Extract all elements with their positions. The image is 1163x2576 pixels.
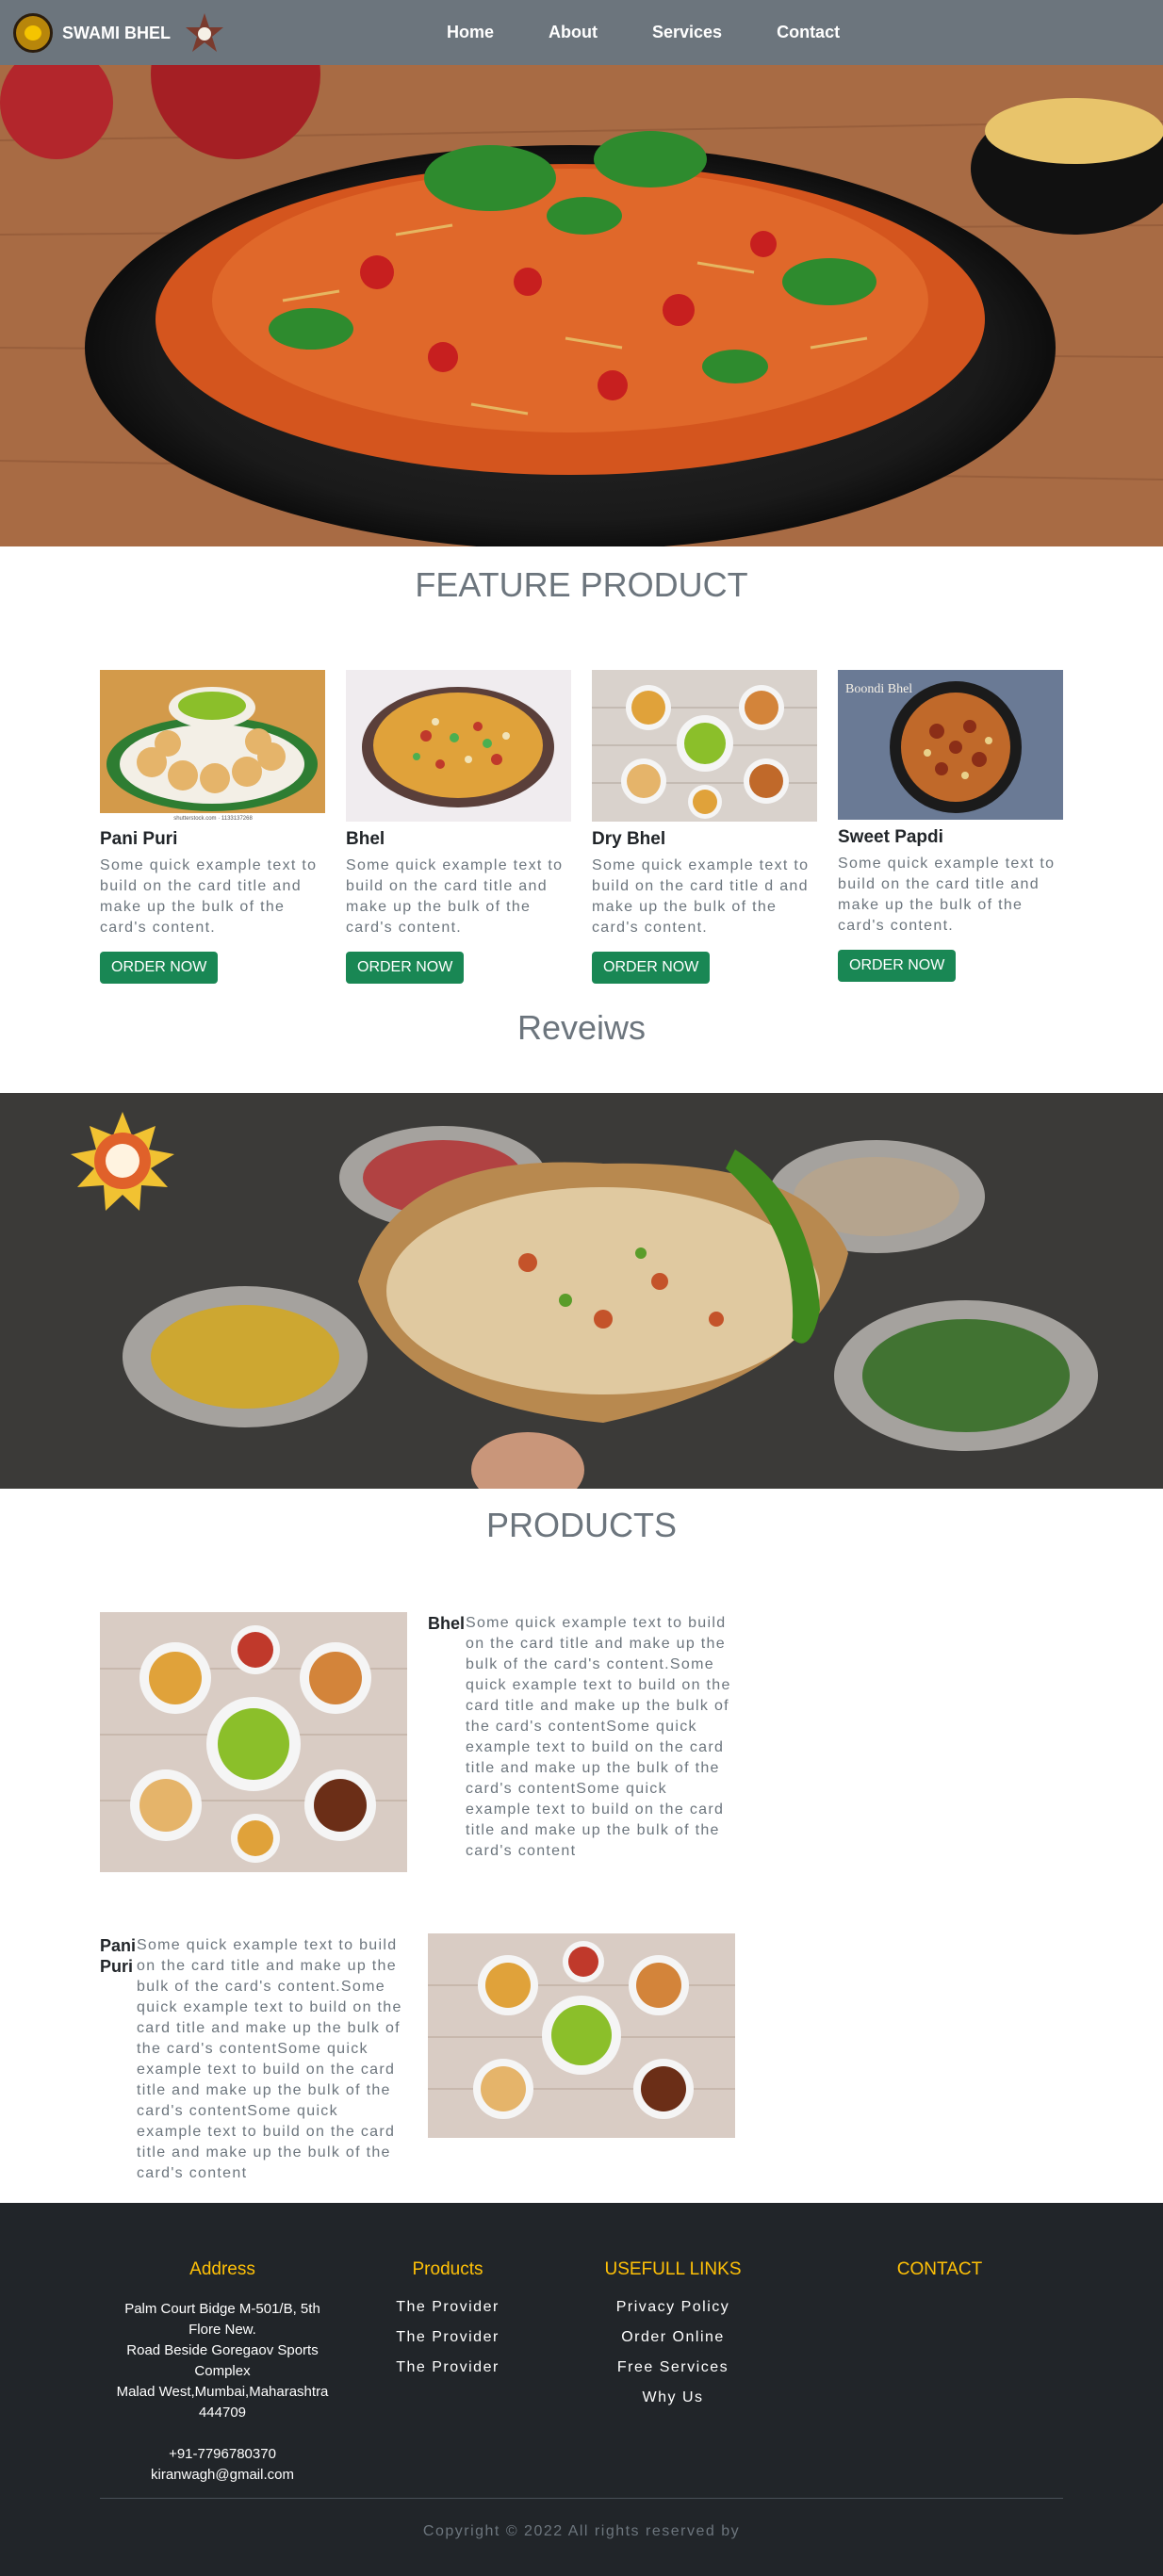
- brand-name: SWAMI BHEL: [62, 23, 171, 42]
- product-card-pani-puri: shutterstock.com · 1133137268 Pani Puri …: [100, 670, 325, 984]
- sweet-papdi-caption: Boondi Bhel: [845, 682, 912, 696]
- footer-link-why-us[interactable]: Why Us: [579, 2389, 767, 2406]
- bhel-product-image: [100, 1612, 407, 1872]
- card-title: Sweet Papdi: [838, 827, 943, 847]
- card-text: Some quick example text to build on the …: [346, 857, 564, 936]
- bhel-image: [346, 670, 571, 822]
- product-text-bhel: Some quick example text to build on the …: [466, 1615, 731, 1859]
- brand-star-icon: [186, 13, 223, 52]
- footer-link-provider[interactable]: The Provider: [363, 2359, 532, 2376]
- order-now-button[interactable]: ORDER NOW: [100, 952, 219, 984]
- nav-link-home[interactable]: Home: [447, 23, 494, 42]
- address-line: Malad West,Mumbai,Maharashtra: [116, 2384, 329, 2400]
- nav-link-about[interactable]: About: [549, 23, 598, 42]
- product-card-dry-bhel: Dry Bhel Some quick example text to buil…: [592, 670, 817, 984]
- footer-heading-contact: CONTACT: [896, 2259, 983, 2279]
- card-title: Dry Bhel: [592, 829, 666, 849]
- nav-link-contact[interactable]: Contact: [777, 23, 840, 42]
- footer-heading-products: Products: [412, 2259, 483, 2279]
- dry-bhel-image: [592, 670, 817, 822]
- pani-puri-watermark: shutterstock.com · 1133137268: [173, 816, 253, 822]
- product-name-pani-puri: Pani Puri: [100, 1936, 137, 1976]
- footer-link-free-services[interactable]: Free Services: [579, 2359, 767, 2376]
- order-now-button[interactable]: ORDER NOW: [592, 952, 711, 984]
- feature-title: FEATURE PRODUCT: [415, 565, 748, 604]
- address-line: 444709: [198, 2405, 247, 2421]
- footer-heading-address: Address: [189, 2259, 255, 2279]
- footer-useful-links: USEFULL LINKS Privacy Policy Order Onlin…: [579, 2259, 767, 2406]
- card-title: Pani Puri: [100, 829, 178, 849]
- card-title: Bhel: [346, 829, 385, 849]
- brand[interactable]: SWAMI BHEL: [13, 11, 225, 55]
- address-line: Flore New.: [188, 2322, 256, 2338]
- product-name-bhel: Bhel: [428, 1614, 466, 1633]
- pani-puri-product-image: [428, 1933, 735, 2138]
- order-now-button[interactable]: ORDER NOW: [838, 950, 957, 982]
- brand-logo-icon: [13, 13, 53, 53]
- card-text: Some quick example text to build on the …: [838, 856, 1056, 934]
- footer-products: Products The Provider The Provider The P…: [363, 2259, 532, 2376]
- nav-links: Home About Services Contact: [447, 0, 894, 65]
- phone-number[interactable]: +91-7796780370: [100, 2444, 345, 2465]
- product-card-bhel: Bhel Some quick example text to build on…: [346, 670, 571, 984]
- footer-heading-useful-links: USEFULL LINKS: [604, 2259, 742, 2279]
- footer-link-provider[interactable]: The Provider: [363, 2329, 532, 2346]
- card-text: Some quick example text to build on the …: [592, 857, 810, 936]
- product-card-sweet-papdi: Boondi Bhel Sweet Papdi Some quick examp…: [838, 670, 1063, 982]
- navbar: SWAMI BHEL Home About Services Contact: [0, 0, 1163, 65]
- address-line: Palm Court Bidge M-501/B, 5th: [124, 2301, 320, 2317]
- footer: Address Palm Court Bidge M-501/B, 5th Fl…: [0, 2203, 1163, 2576]
- reviews-title: Reveiws: [516, 1008, 647, 1047]
- order-now-button[interactable]: ORDER NOW: [346, 952, 465, 984]
- reviews-banner-image: [0, 1093, 1163, 1489]
- pani-puri-image: shutterstock.com · 1133137268: [100, 670, 325, 822]
- product-text-pani-puri: Some quick example text to build on the …: [137, 1937, 402, 2181]
- card-text: Some quick example text to build on the …: [100, 857, 318, 936]
- address-line: Complex: [194, 2363, 251, 2379]
- footer-divider: [100, 2498, 1063, 2499]
- products-title: PRODUCTS: [485, 1506, 677, 1544]
- address-text: Palm Court Bidge M-501/B, 5th Flore New.…: [100, 2299, 345, 2486]
- footer-link-order-online[interactable]: Order Online: [579, 2329, 767, 2346]
- sweet-papdi-image: Boondi Bhel: [838, 670, 1063, 820]
- footer-link-privacy-policy[interactable]: Privacy Policy: [579, 2299, 767, 2316]
- copyright-text: Copyright © 2022 All rights reserved by: [422, 2523, 741, 2539]
- nav-link-services[interactable]: Services: [652, 23, 722, 42]
- hero-image: [0, 65, 1163, 546]
- footer-address: Address Palm Court Bidge M-501/B, 5th Fl…: [100, 2259, 345, 2486]
- footer-contact: CONTACT: [845, 2259, 1034, 2280]
- email-address[interactable]: kiranwagh@gmail.com: [100, 2465, 345, 2486]
- footer-link-provider[interactable]: The Provider: [363, 2299, 532, 2316]
- address-line: Road Beside Goregaov Sports: [126, 2342, 319, 2358]
